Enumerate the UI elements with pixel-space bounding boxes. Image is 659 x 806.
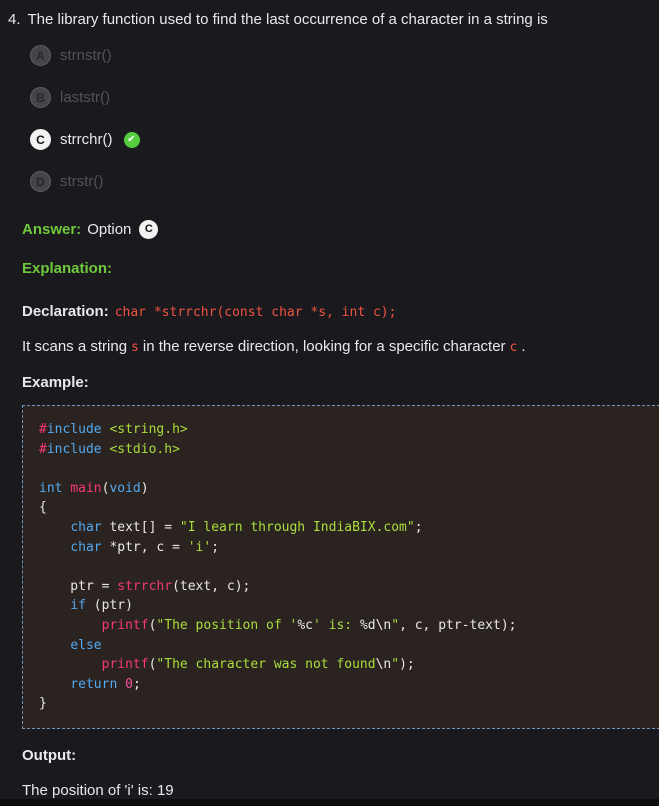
code-line: else: [39, 636, 648, 656]
declaration-label: Declaration:: [22, 303, 109, 320]
options-list: Astrnstr() Blaststr() Cstrrchr() ✔ Dstrstr(): [30, 45, 659, 192]
code-line: int main(void): [39, 479, 648, 499]
code-line: #include <string.h>: [39, 420, 648, 440]
scan-code-c: c: [506, 340, 522, 355]
bottom-divider: [0, 799, 659, 806]
option-letter-badge: D: [30, 171, 51, 192]
answer-row: Answer: Option C: [22, 220, 659, 239]
question-text: The library function used to find the la…: [28, 11, 548, 28]
scan-text-middle: in the reverse direction, looking for a …: [143, 338, 506, 355]
scan-code-s: s: [127, 340, 143, 355]
answer-option-badge: C: [139, 220, 158, 239]
question-title: 4. The library function used to find the …: [0, 0, 659, 29]
option-letter-badge: A: [30, 45, 51, 66]
scan-note: It scans a stringsin the reverse directi…: [22, 337, 659, 357]
option-a[interactable]: Astrnstr(): [30, 45, 659, 66]
option-c[interactable]: Cstrrchr() ✔: [30, 129, 659, 150]
output-heading: Output:: [22, 746, 659, 765]
option-d[interactable]: Dstrstr(): [30, 171, 659, 192]
code-line: {: [39, 498, 648, 518]
code-line: }: [39, 694, 648, 714]
code-line: char *ptr, c = 'i';: [39, 538, 648, 558]
correct-check-icon: ✔: [124, 132, 140, 148]
scan-text-after: .: [521, 338, 525, 355]
option-label: strstr(): [60, 173, 103, 190]
option-letter-badge: C: [30, 129, 51, 150]
code-line: [39, 459, 648, 479]
code-line: ptr = strrchr(text, c);: [39, 577, 648, 597]
code-line: printf("The character was not found\n");: [39, 655, 648, 675]
answer-label: Answer:: [22, 220, 81, 239]
code-line: printf("The position of '%c' is: %d\n", …: [39, 616, 648, 636]
code-block: #include <string.h>#include <stdio.h> in…: [22, 405, 659, 729]
declaration-code: char *strrchr(const char *s, int c);: [115, 305, 397, 320]
option-b[interactable]: Blaststr(): [30, 87, 659, 108]
option-letter-badge: B: [30, 87, 51, 108]
scan-text-before: It scans a string: [22, 338, 127, 355]
code-line: char text[] = "I learn through IndiaBIX.…: [39, 518, 648, 538]
code-line: return 0;: [39, 675, 648, 695]
example-heading: Example:: [22, 373, 659, 392]
option-label: laststr(): [60, 89, 110, 106]
output-text: The position of 'i' is: 19: [22, 781, 659, 800]
explanation-heading: Explanation:: [22, 259, 659, 278]
code-line: if (ptr): [39, 596, 648, 616]
option-label: strrchr(): [60, 131, 113, 148]
declaration-line: Declaration: char *strrchr(const char *s,…: [22, 302, 659, 322]
code-line: [39, 557, 648, 577]
option-label: strnstr(): [60, 47, 112, 64]
question-number: 4.: [8, 11, 21, 28]
answer-option-text: Option: [87, 220, 131, 239]
code-line: #include <stdio.h>: [39, 440, 648, 460]
